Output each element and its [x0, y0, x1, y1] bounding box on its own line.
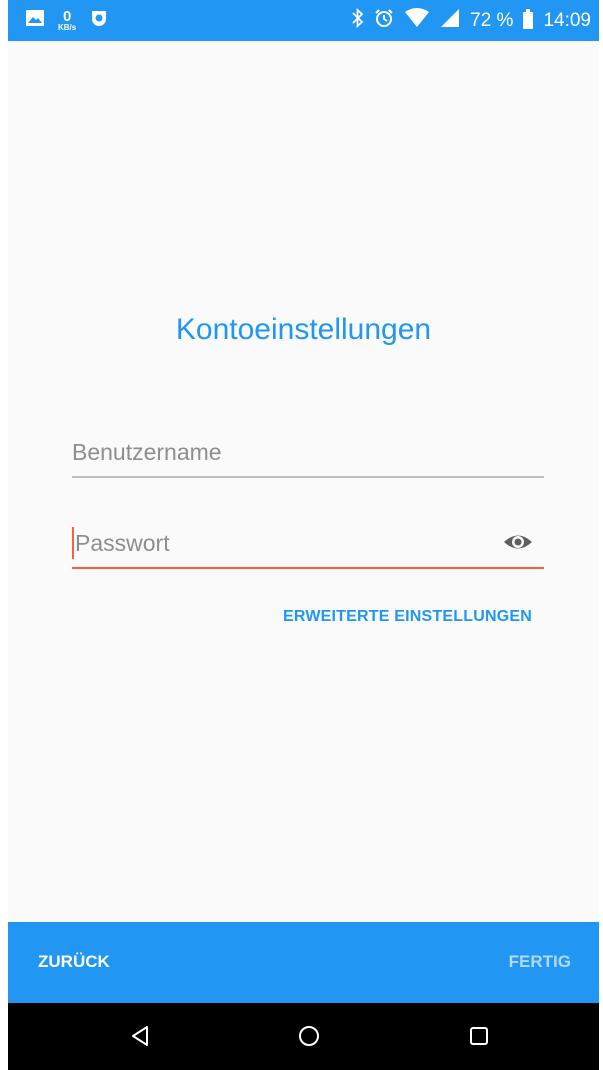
advanced-settings-link[interactable]: ERWEITERTE EINSTELLUNGEN	[8, 608, 532, 626]
wifi-icon	[404, 7, 430, 34]
navigation-bar	[8, 1003, 599, 1070]
bottom-action-bar: ZURÜCK FERTIG	[8, 922, 599, 1003]
data-speed-icon: 0 KB/s	[58, 9, 76, 32]
status-bar-notifications: 0 KB/s	[26, 0, 108, 41]
back-nav-icon[interactable]	[126, 1021, 156, 1051]
password-input[interactable]	[75, 525, 495, 561]
battery-icon	[523, 9, 534, 29]
battery-percentage: 72 %	[470, 9, 514, 31]
done-button[interactable]: FERTIG	[509, 952, 571, 972]
cell-signal-icon	[440, 8, 460, 34]
password-field	[72, 517, 544, 569]
username-input[interactable]	[72, 434, 492, 470]
text-cursor	[72, 527, 74, 559]
home-nav-icon[interactable]	[294, 1021, 324, 1051]
eye-icon[interactable]	[502, 527, 534, 557]
page-title: Kontoeinstellungen	[175, 313, 432, 346]
status-bar-system: 72 % 14:09	[352, 0, 591, 41]
account-settings-screen: Kontoeinstellungen ERWEITERTE EINSTELLUN…	[8, 41, 599, 922]
image-icon	[26, 10, 44, 31]
status-bar: 0 KB/s 72 % 14:09	[8, 0, 599, 41]
data-speed-unit: KB/s	[58, 23, 77, 32]
username-field	[72, 426, 544, 478]
clock: 14:09	[543, 9, 591, 31]
data-speed-value: 0	[62, 8, 72, 25]
app-frame: 0 KB/s 72 % 14:09 Kontoeinstellungen Ben…	[0, 0, 603, 1070]
back-button[interactable]: ZURÜCK	[38, 952, 110, 972]
alarm-icon	[374, 8, 394, 34]
app-notification-icon	[90, 9, 108, 32]
recents-nav-icon[interactable]	[464, 1021, 494, 1051]
bluetooth-icon	[352, 7, 364, 34]
